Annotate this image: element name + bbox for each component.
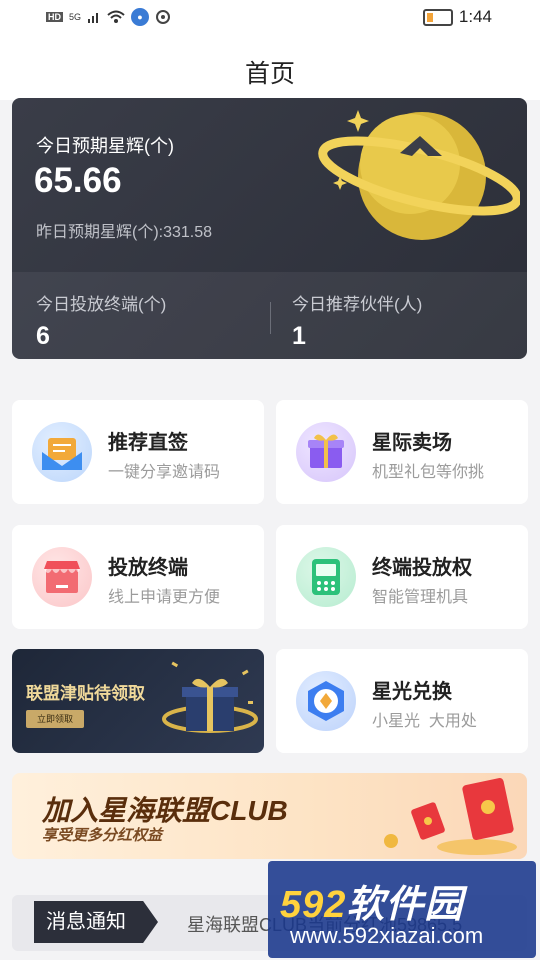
card-recommend-sign[interactable]: 推荐直签 一键分享邀请码	[12, 400, 264, 504]
shop-icon	[32, 547, 92, 607]
battery-icon	[422, 8, 453, 26]
card-subtitle: 一键分享邀请码	[108, 464, 221, 481]
app-notification-icon: ●	[131, 8, 150, 26]
envelope-icon	[32, 422, 92, 482]
subsidy-title: 联盟津贴待领取	[26, 684, 145, 703]
exchange-icon	[296, 671, 356, 731]
card-subtitle: 小星光 大用处	[372, 713, 477, 730]
status-icons-left: HD 5G ●	[46, 8, 171, 26]
claim-button[interactable]: 立即领取	[26, 710, 84, 728]
card-title: 星光兑换	[372, 681, 452, 703]
card-title: 推荐直签	[108, 432, 188, 454]
watermark-url: www.592xiazai.com	[290, 923, 484, 948]
club-banner[interactable]: 加入星海联盟CLUB 享受更多分红权益	[12, 773, 527, 859]
partners-label: 今日推荐伙伴(人)	[292, 295, 423, 314]
terminals-label: 今日投放终端(个)	[36, 295, 167, 314]
gift-icon	[296, 422, 356, 482]
settings-status-icon	[156, 10, 171, 24]
card-starlight-exchange[interactable]: 星光兑换 小星光 大用处	[276, 649, 528, 753]
stats-card[interactable]: 今日预期星辉(个) 65.66 昨日预期星辉(个):331.58 今日投放终端(…	[12, 98, 527, 359]
watermark-logo: 592软件园	[280, 873, 463, 928]
terminals-value: 6	[36, 322, 50, 350]
stats-divider	[270, 302, 271, 334]
page-title: 首页	[244, 60, 295, 88]
watermark-brand: 软件园	[346, 884, 464, 926]
status-icons-right: 1:44	[422, 7, 492, 27]
club-banner-subtitle: 享受更多分红权益	[42, 827, 163, 844]
app-header: 首页	[0, 34, 540, 100]
pos-terminal-icon	[296, 547, 356, 607]
signal-icon	[88, 13, 99, 23]
club-banner-title: 加入星海联盟CLUB	[42, 795, 288, 826]
today-starlight-label: 今日预期星辉(个)	[36, 136, 174, 156]
red-envelope-icon	[384, 777, 517, 855]
hd-indicator: HD	[46, 12, 63, 22]
gift-box-icon	[162, 661, 258, 733]
card-title: 投放终端	[108, 557, 188, 579]
clock: 1:44	[458, 7, 492, 26]
network-5g-indicator: 5G	[69, 12, 82, 22]
watermark-number: 592	[280, 884, 347, 926]
card-subtitle: 智能管理机具	[372, 589, 469, 606]
card-terminal-rights[interactable]: 终端投放权 智能管理机具	[276, 525, 528, 629]
card-subtitle: 线上申请更方便	[108, 589, 221, 606]
card-deploy-terminal[interactable]: 投放终端 线上申请更方便	[12, 525, 264, 629]
alliance-subsidy-banner[interactable]: 联盟津贴待领取 立即领取	[12, 649, 264, 753]
notice-tag: 消息通知	[34, 901, 158, 943]
site-watermark: 592软件园 www.592xiazai.com	[268, 861, 536, 958]
card-subtitle: 机型礼包等你挑	[372, 464, 485, 481]
status-bar: HD 5G ● 1:44	[0, 0, 540, 34]
today-starlight-value: 65.66	[34, 161, 122, 200]
card-title: 星际卖场	[372, 432, 452, 454]
card-star-mall[interactable]: 星际卖场 机型礼包等你挑	[276, 400, 528, 504]
partners-value: 1	[292, 322, 306, 350]
yesterday-starlight-text: 昨日预期星辉(个):331.58	[36, 224, 213, 241]
planet-icon	[318, 110, 520, 240]
wifi-icon	[107, 10, 125, 23]
card-title: 终端投放权	[372, 557, 472, 579]
